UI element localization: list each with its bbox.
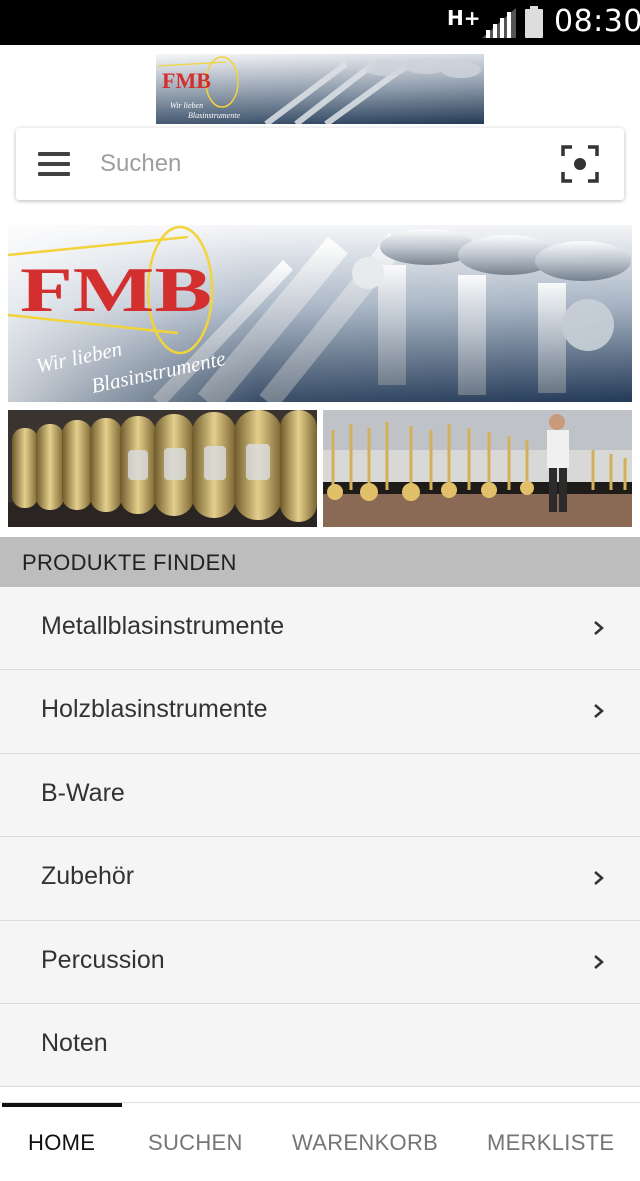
hamburger-menu-icon[interactable] [38,152,70,176]
category-label: Noten [41,1028,108,1057]
battery-icon [525,6,543,38]
tab-suchen[interactable]: SUCHEN [148,1130,243,1156]
tab-warenkorb[interactable]: WARENKORB [292,1130,438,1156]
category-item-noten[interactable]: Noten [0,1003,640,1088]
promo-image-tubas[interactable] [8,410,317,527]
barcode-scan-icon[interactable] [561,145,599,183]
category-item-percussion[interactable]: Percussion [0,920,640,1004]
hero-banner[interactable]: FMB Wir lieben Blasinstrumente [8,225,632,402]
chevron-right-icon [594,621,604,635]
category-label: Zubehör [41,862,135,891]
svg-text:Wir lieben: Wir lieben [170,101,203,110]
category-label: Percussion [41,945,165,974]
chevron-right-icon [594,871,604,886]
category-label: B-Ware [41,778,125,807]
active-tab-indicator [2,1103,122,1107]
hero-banner-image: FMB Wir lieben Blasinstrumente [8,225,632,402]
tab-home[interactable]: HOME [28,1130,95,1156]
network-type-label: H+ [447,6,481,30]
search-input[interactable]: Suchen [100,150,181,178]
hero-logo-text: FMB [20,254,212,325]
category-list: Metallblasinstrumente Holzblasinstrument… [0,587,640,1088]
category-item-zubehoer[interactable]: Zubehör [0,837,640,921]
tab-merkliste[interactable]: MERKLISTE [487,1130,614,1156]
header-logo-image: FMB Wir lieben Blasinstrumente [156,54,484,124]
category-label: Holzblasinstrumente [41,695,268,724]
chevron-right-icon [594,704,604,719]
clock: 08:30 [554,4,640,39]
category-label: Metallblasinstrumente [41,612,285,640]
category-item-metallblasinstrumente[interactable]: Metallblasinstrumente [0,587,640,671]
promo-image-trombones[interactable] [323,410,632,527]
chevron-right-icon [594,954,604,969]
header-logo-text: FMB [162,68,211,93]
svg-text:Blasinstrumente: Blasinstrumente [188,111,240,120]
header-logo-banner[interactable]: FMB Wir lieben Blasinstrumente [156,54,484,124]
category-item-holzblasinstrumente[interactable]: Holzblasinstrumente [0,670,640,754]
status-bar: H+ 08:30 [0,0,640,45]
signal-icon [482,8,516,38]
section-title: PRODUKTE FINDEN [22,550,237,575]
search-bar[interactable]: Suchen [16,128,624,200]
category-item-b-ware[interactable]: B-Ware [0,753,640,838]
bottom-navigation: HOME SUCHEN WARENKORB MERKLISTE [0,1102,640,1181]
section-header-products: PRODUKTE FINDEN [0,537,640,587]
